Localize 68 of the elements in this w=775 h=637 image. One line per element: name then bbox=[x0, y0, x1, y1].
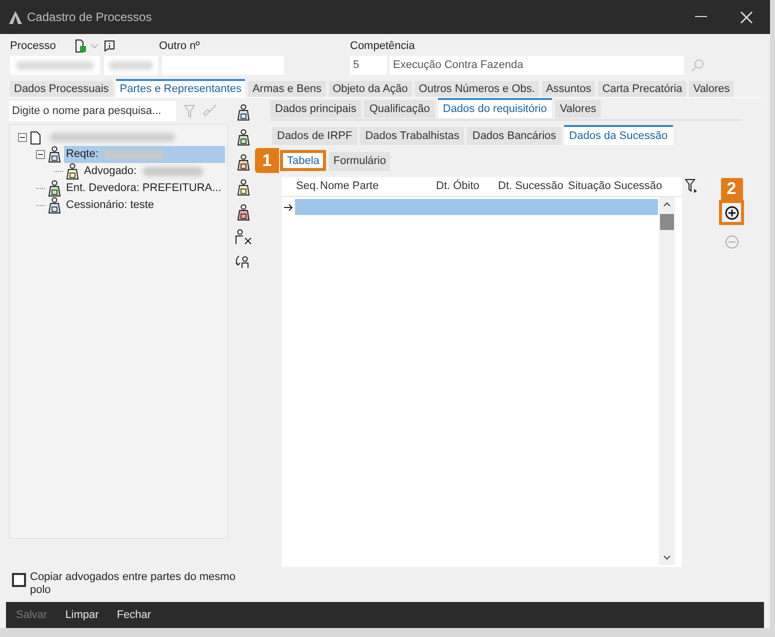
field-label: Competência bbox=[350, 39, 416, 54]
tab[interactable]: Dados do requisitório bbox=[438, 98, 552, 118]
column-header[interactable]: Seq. bbox=[296, 178, 320, 195]
scrollbar[interactable] bbox=[659, 197, 675, 565]
person-icon[interactable] bbox=[236, 154, 250, 170]
tab[interactable]: Dados Bancários bbox=[467, 127, 562, 145]
checkbox-label: Copiar advogados entre partes do mesmo polo bbox=[30, 571, 236, 597]
chevron-up-icon[interactable] bbox=[663, 202, 671, 207]
column-header[interactable]: Situação Sucessão bbox=[568, 178, 662, 195]
code-field[interactable]: 5 bbox=[350, 56, 387, 75]
tab[interactable]: Carta Precatória bbox=[598, 81, 686, 97]
tab[interactable]: Qualificação bbox=[364, 100, 435, 118]
tab[interactable]: Dados da Sucessão bbox=[564, 125, 673, 145]
add-button[interactable] bbox=[719, 200, 744, 225]
tab[interactable]: Armas e Bens bbox=[248, 81, 326, 97]
close-icon[interactable] bbox=[740, 10, 753, 24]
collapse-icon[interactable] bbox=[36, 150, 45, 159]
tab[interactable]: Dados principais bbox=[270, 100, 362, 118]
tab[interactable]: Assuntos bbox=[542, 81, 596, 97]
footer-button[interactable]: Limpar bbox=[65, 606, 99, 624]
tree-item[interactable]: Advogado: bbox=[82, 163, 205, 180]
footer-button: Salvar bbox=[16, 606, 48, 624]
checkbox[interactable] bbox=[12, 573, 26, 587]
process-number-field[interactable] bbox=[10, 56, 100, 75]
arrow-right-icon bbox=[284, 204, 293, 210]
tree-item[interactable]: Ent. Devedora: PREFEITURA... bbox=[64, 180, 224, 197]
filter-icon[interactable] bbox=[685, 179, 697, 193]
remove-person-icon[interactable] bbox=[234, 229, 252, 245]
person-icon[interactable] bbox=[236, 104, 250, 120]
window-title: Cadastro de Processos bbox=[27, 9, 152, 26]
tab[interactable]: Partes e Representantes bbox=[116, 79, 246, 97]
tab[interactable]: Formulário bbox=[329, 152, 390, 171]
collapse-icon[interactable] bbox=[18, 133, 27, 142]
plus-circle-icon bbox=[724, 206, 738, 220]
field-label: Outro nº bbox=[159, 38, 200, 54]
swap-person-icon[interactable] bbox=[235, 254, 251, 270]
info-icon[interactable] bbox=[104, 40, 115, 52]
column-header[interactable]: Dt. Óbito bbox=[436, 178, 498, 195]
tab[interactable]: Dados de IRPF bbox=[272, 127, 358, 145]
search-field[interactable]: Digite o nome para pesquisa... bbox=[9, 101, 176, 121]
column-header[interactable]: Nome Parte bbox=[320, 178, 436, 195]
blurred-text bbox=[104, 150, 164, 159]
scrollbar-thumb[interactable] bbox=[660, 214, 674, 230]
process-suffix-field[interactable] bbox=[104, 56, 158, 75]
tree-item[interactable]: Cessionário: teste bbox=[64, 197, 156, 214]
logo-icon bbox=[9, 10, 22, 24]
minimize-icon[interactable] bbox=[695, 16, 707, 18]
document-icon[interactable] bbox=[73, 39, 87, 53]
tab[interactable]: Objeto da Ação bbox=[328, 81, 412, 97]
annotation-badge: 1 bbox=[255, 148, 279, 173]
input-field[interactable]: Execução Contra Fazenda bbox=[390, 56, 684, 75]
person-icon[interactable] bbox=[236, 128, 250, 146]
tab[interactable]: Dados Processuais bbox=[10, 81, 113, 97]
tree-item[interactable]: Reqte: bbox=[64, 146, 225, 163]
column-header[interactable]: Dt. Sucessão bbox=[498, 178, 568, 195]
person-icon[interactable] bbox=[236, 204, 250, 220]
tab[interactable]: Outros Números e Obs. bbox=[414, 81, 539, 97]
tab[interactable]: Valores bbox=[689, 81, 734, 97]
tab[interactable]: Valores bbox=[554, 100, 602, 118]
tab[interactable]: Dados Trabalhistas bbox=[360, 127, 464, 145]
annotation-badge: 2 bbox=[720, 178, 742, 200]
document-icon bbox=[30, 130, 41, 144]
person-icon[interactable] bbox=[236, 178, 250, 196]
blurred-text bbox=[142, 167, 203, 176]
tab[interactable]: Tabela bbox=[280, 150, 326, 171]
footer-button[interactable]: Fechar bbox=[116, 606, 152, 624]
field-label: Processo bbox=[10, 38, 57, 54]
chevron-down-icon[interactable] bbox=[663, 555, 671, 560]
